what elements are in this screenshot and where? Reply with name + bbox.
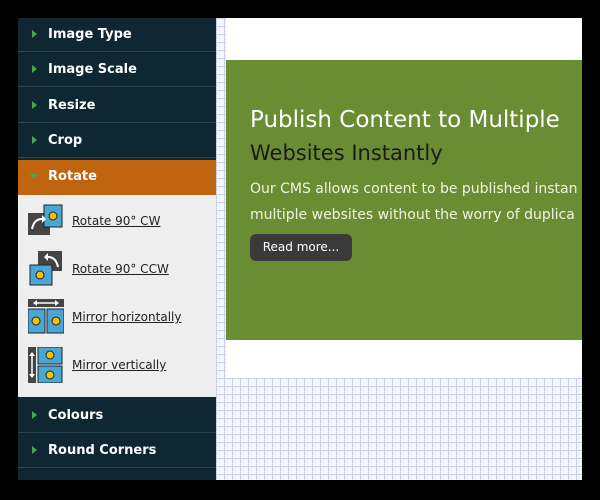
rotate-cw-option[interactable]: Rotate 90° CW [18,197,216,245]
menu-item-crop[interactable]: Crop [18,124,216,158]
menu-item-image-scale[interactable]: Image Scale [18,53,216,87]
options-sidebar: Image Type Image Scale Resize Crop Rotat… [18,18,216,480]
menu-item-round-corners[interactable]: Round Corners [18,434,216,468]
rotate-submenu: Rotate 90° CW Rotate 90° CCW Mirror hori… [18,195,216,397]
preview-image: Publish Content to Multiple Websites Ins… [226,60,582,340]
menu-item-label: Rotate [48,169,97,184]
mirror-horizontal-option[interactable]: Mirror horizontally [18,293,216,341]
chevron-right-icon [32,446,37,454]
rotate-cw-icon [28,204,63,235]
image-preview-canvas: Publish Content to Multiple Websites Ins… [216,18,582,480]
menu-item-resize[interactable]: Resize [18,89,216,123]
sub-item-label: Mirror vertically [72,358,167,372]
banner-title-line1: Publish Content to Multiple [250,107,560,133]
sub-item-label: Rotate 90° CCW [72,262,169,276]
menu-item-label: Round Corners [48,443,157,458]
menu-item-image-type[interactable]: Image Type [18,18,216,52]
banner-text-line2: multiple websites without the worry of d… [250,207,575,223]
mirror-vertical-option[interactable]: Mirror vertically [18,341,216,389]
mirror-horizontal-icon [28,299,64,334]
banner-text-line1: Our CMS allows content to be published i… [250,181,578,197]
sub-item-label: Rotate 90° CW [72,214,161,228]
chevron-down-icon [30,174,38,179]
menu-item-rotate[interactable]: Rotate [18,160,216,195]
window-edge [582,18,600,480]
chevron-right-icon [32,101,37,109]
chevron-right-icon [32,30,37,38]
menu-item-label: Colours [48,408,104,423]
sub-item-label: Mirror horizontally [72,310,182,324]
mirror-vertical-icon [28,347,63,383]
rotate-ccw-option[interactable]: Rotate 90° CCW [18,245,216,293]
banner-text: Our CMS allows content to be published i… [250,176,577,228]
chevron-right-icon [32,136,37,144]
menu-item-label: Resize [48,98,96,113]
chevron-right-icon [32,411,37,419]
menu-item-label: Image Type [48,27,132,42]
chevron-right-icon [32,65,37,73]
menu-item-label: Image Scale [48,62,137,77]
banner-title-line2: Websites Instantly [250,141,443,165]
rotate-ccw-icon [29,251,62,286]
menu-item-colours[interactable]: Colours [18,399,216,433]
menu-item-label: Crop [48,133,83,148]
read-more-button: Read more... [250,234,352,261]
